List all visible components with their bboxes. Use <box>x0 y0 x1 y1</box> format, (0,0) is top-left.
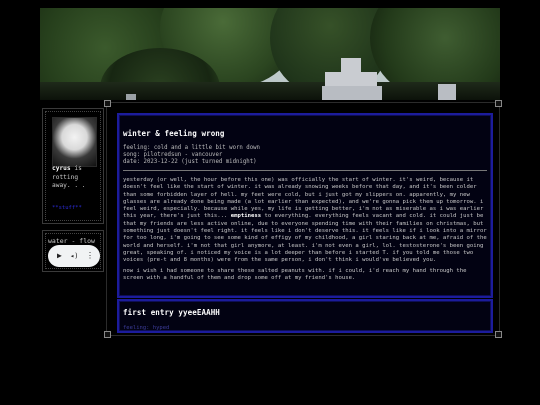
entry-feeling: feeling: cold and a little bit worn down <box>123 145 260 151</box>
profile-name: cyrus <box>52 165 71 172</box>
profile-box: cyrus is rotting away. . . **stuff** <box>42 108 104 224</box>
entry-paragraph: yesterday (or well, the hour before this… <box>123 177 487 265</box>
grave-cross-base <box>322 86 382 100</box>
gravestone <box>438 84 456 100</box>
gravestone <box>126 94 136 100</box>
profile-status: cyrus is rotting away. . . <box>52 165 100 191</box>
grave-cross-arm <box>325 72 377 86</box>
entry-date: date: 2023-12-22 (just turned midnight) <box>123 159 257 165</box>
paragraph-text: to everything. everything feels vacant a… <box>123 213 487 264</box>
corner-ornament <box>104 331 111 338</box>
corner-ornament <box>104 100 111 107</box>
music-box: water - flow ▶ ◂) ⋮ <box>42 230 104 272</box>
volume-icon[interactable]: ◂) <box>70 251 78 261</box>
highlighted-word: emptiness <box>230 213 262 220</box>
entry-paragraph: now i wish i had someone to share these … <box>123 267 467 281</box>
header-banner-image <box>40 8 500 100</box>
corner-ornament <box>495 331 502 338</box>
audio-player[interactable]: ▶ ◂) ⋮ <box>48 245 100 267</box>
entry-title: winter & feeling wrong <box>123 129 225 138</box>
avatar <box>52 117 97 167</box>
more-options-icon[interactable]: ⋮ <box>86 251 94 261</box>
profile-link[interactable]: **stuff** <box>52 205 82 211</box>
music-title: water - flow <box>48 237 95 245</box>
journal-main-panel: winter & feeling wrong feeling: cold and… <box>104 100 502 338</box>
entry-song: song: pilotredsun - vancouver <box>123 152 223 158</box>
corner-ornament <box>495 100 502 107</box>
divider <box>123 170 487 171</box>
play-icon[interactable]: ▶ <box>57 251 62 261</box>
journal-entry: first entry yyeeEAAHH feeling: hyped <box>117 299 493 333</box>
entry-feeling-peek: feeling: hyped <box>123 325 170 331</box>
ground <box>40 82 500 100</box>
entry-title: first entry yyeeEAAHH <box>123 308 220 317</box>
entry-body: yesterday (or well, the hour before this… <box>123 177 487 285</box>
journal-entry: winter & feeling wrong feeling: cold and… <box>117 113 493 298</box>
entry-meta: feeling: cold and a little bit worn down… <box>123 145 260 166</box>
